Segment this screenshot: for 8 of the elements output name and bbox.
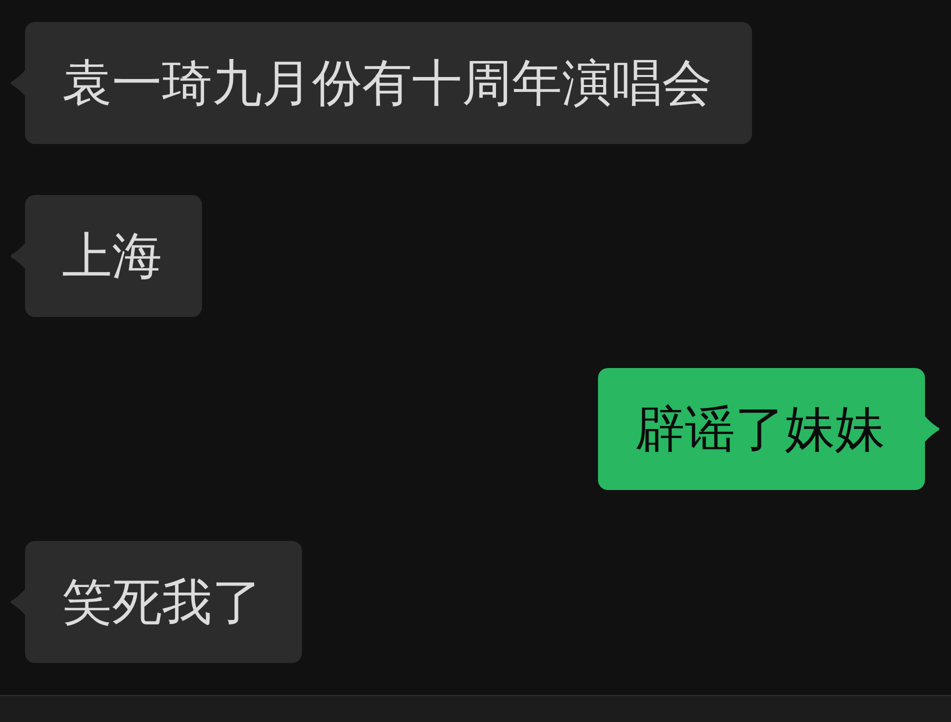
bubble-tail-icon (10, 69, 26, 97)
message-bubble: 笑死我了 (25, 541, 302, 663)
message-bubble: 上海 (25, 195, 202, 317)
bubble-tail-icon (10, 242, 26, 270)
message-bubble: 辟谣了妹妹 (598, 368, 925, 490)
bubble-tail-icon (924, 415, 940, 443)
message-bubble: 袁一琦九月份有十周年演唱会 (25, 22, 752, 144)
bubble-tail-icon (10, 588, 26, 616)
